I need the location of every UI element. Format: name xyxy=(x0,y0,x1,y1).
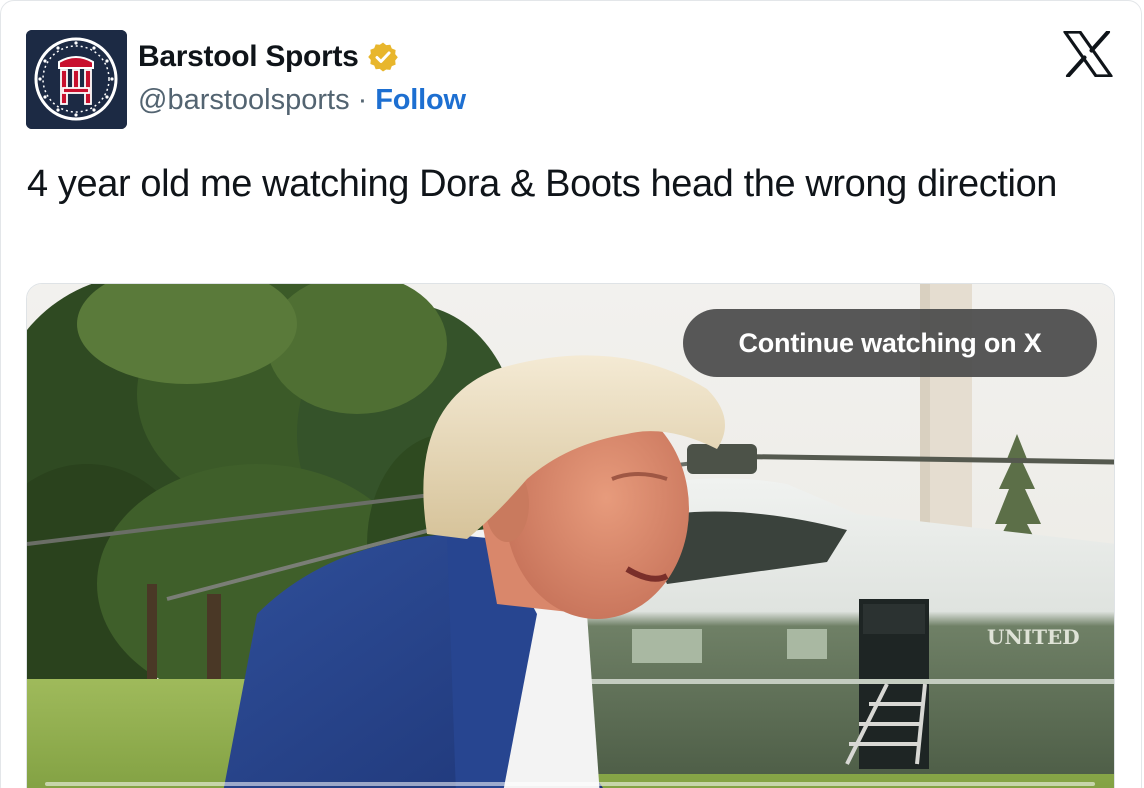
barstool-logo-icon xyxy=(26,30,127,129)
author-handle-row: @barstoolsports · Follow xyxy=(138,84,466,117)
author-display-name[interactable]: Barstool Sports xyxy=(138,40,359,74)
tweet-text: 4 year old me watching Dora & Boots head… xyxy=(27,163,1058,205)
verified-badge-icon xyxy=(367,42,398,72)
tweet-embed-card: Barstool Sports @barstoolsports · Follow… xyxy=(0,0,1144,788)
avatar[interactable] xyxy=(26,30,127,129)
helicopter-lettering: UNITED xyxy=(987,625,1080,649)
follow-link[interactable]: Follow xyxy=(375,84,466,117)
author-handle[interactable]: @barstoolsports xyxy=(138,84,350,117)
author-name-row: Barstool Sports xyxy=(138,40,399,74)
separator-dot: · xyxy=(357,84,368,116)
video-progress-bar[interactable] xyxy=(45,782,1095,786)
x-logo-icon[interactable] xyxy=(1063,31,1113,77)
continue-watching-button[interactable]: Continue watching on X xyxy=(683,309,1097,377)
